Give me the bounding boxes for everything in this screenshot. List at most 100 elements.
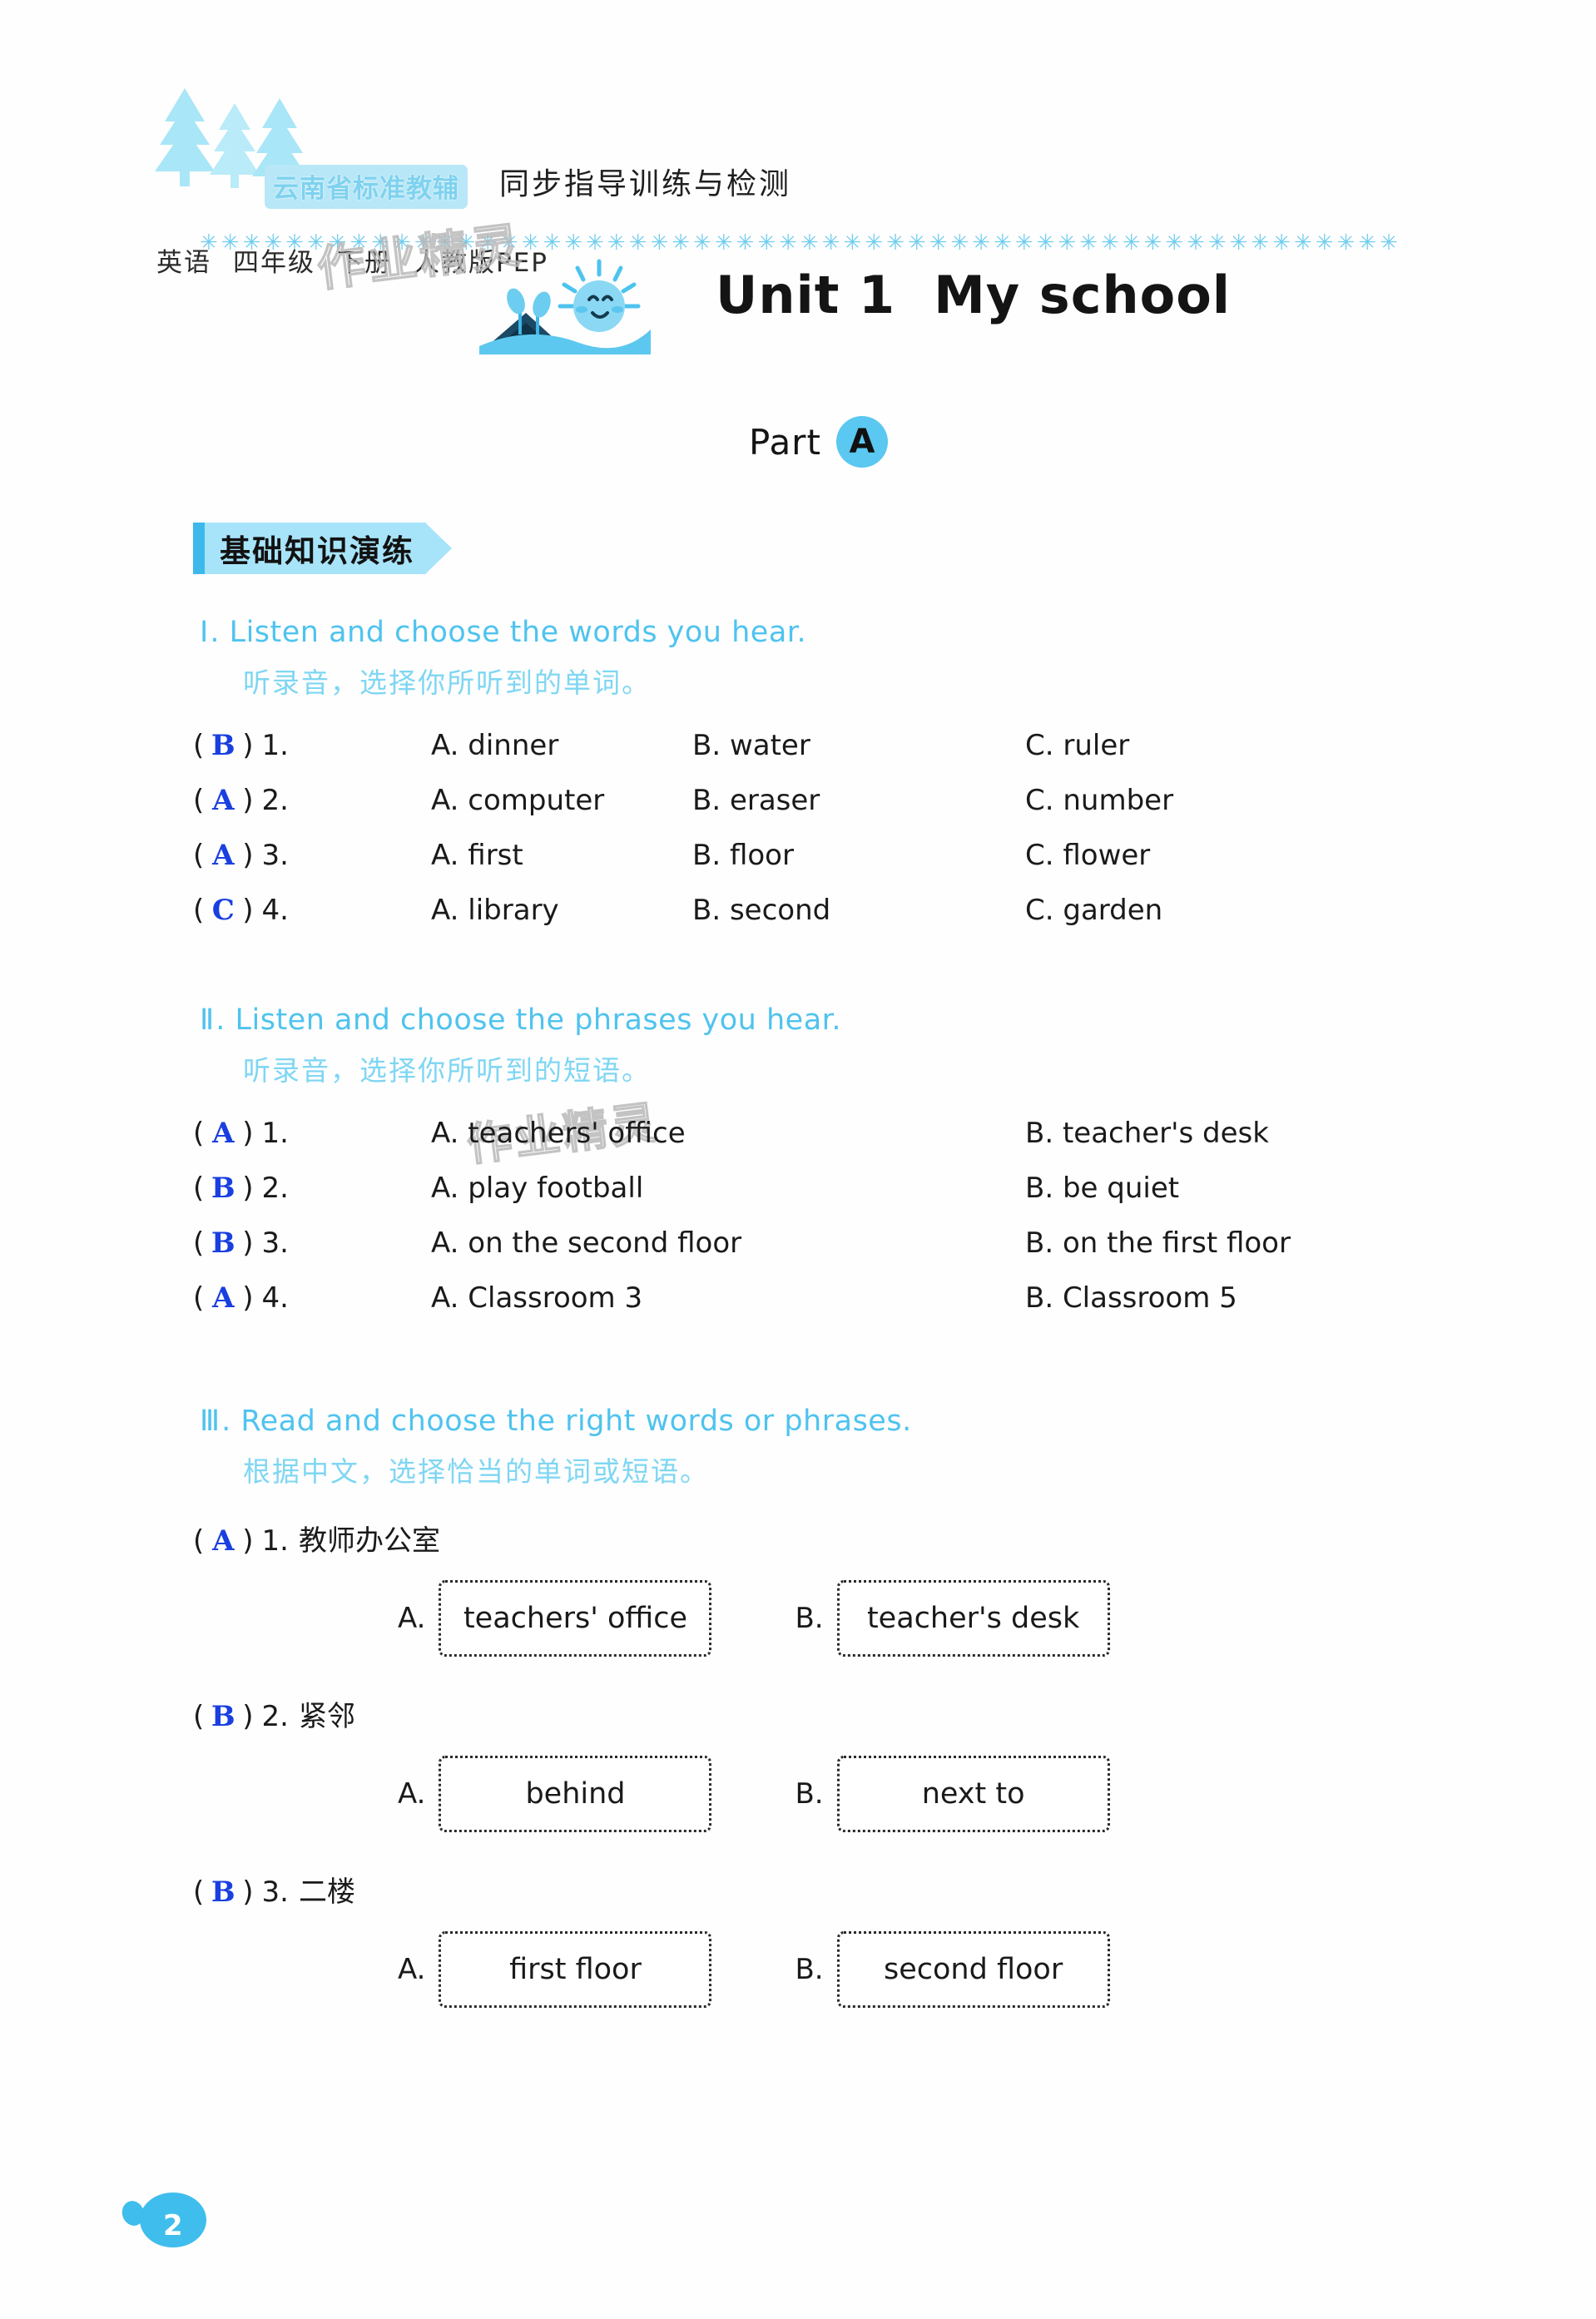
unit-title-row: Unit 1 My school: [474, 250, 1306, 358]
publisher-badge: 云南省标准教辅: [265, 165, 468, 209]
answer-mark[interactable]: A: [204, 1281, 242, 1315]
section-banner: 基础知识演练: [193, 523, 452, 574]
question-number: 4.: [261, 1281, 289, 1315]
exercise-block-2: Ⅱ. Listen and choose the phrases you hea…: [0, 1003, 1596, 1336]
answer-bracket-open: (: [193, 894, 205, 927]
answer-bracket-open: (: [193, 839, 205, 872]
option-c[interactable]: C. flower: [1025, 839, 1150, 872]
option-b[interactable]: B. teacher's desk: [1025, 1117, 1269, 1150]
option-a-box[interactable]: teachers' office: [439, 1580, 712, 1657]
option-b[interactable]: B. eraser: [692, 784, 820, 817]
part-label: Part: [749, 421, 821, 463]
option-b-box[interactable]: second floor: [836, 1931, 1110, 2008]
option-b[interactable]: B. Classroom 5: [1025, 1281, 1237, 1315]
option-a[interactable]: A. on the second floor: [431, 1226, 741, 1260]
question-number: 2.: [261, 784, 289, 817]
question-number: 1.: [261, 1117, 289, 1150]
exercise-heading-2: Ⅱ. Listen and choose the phrases you hea…: [200, 1003, 1596, 1037]
answer-mark[interactable]: B: [204, 1700, 242, 1733]
option-b[interactable]: B. floor: [692, 839, 794, 872]
question-number: 1.: [261, 1524, 289, 1558]
question-number: 2.: [261, 1700, 289, 1733]
option-b[interactable]: B. water: [692, 729, 810, 762]
option-box-row: A. first floor B. second floor: [398, 1931, 1596, 2008]
option-c[interactable]: C. garden: [1025, 894, 1162, 927]
question-item: (B) 2. A. play football B. be quiet: [193, 1172, 1596, 1205]
question-item: (A) 1. A. teachers' office B. teacher's des…: [193, 1117, 1596, 1150]
answer-mark[interactable]: A: [204, 839, 242, 872]
option-c[interactable]: C. ruler: [1025, 729, 1129, 762]
question-number: 3.: [261, 839, 289, 872]
option-b[interactable]: B. next to: [795, 1756, 1110, 1832]
option-b[interactable]: B. teacher's desk: [795, 1580, 1110, 1657]
answer-bracket-open: (: [193, 1700, 205, 1733]
exercise-roman-3: Ⅲ: [200, 1405, 222, 1438]
answer-mark[interactable]: A: [204, 1117, 242, 1150]
question-list-1: (B) 1. A. dinner B. water C. ruler(A) 2. A. co…: [0, 729, 1596, 927]
option-b[interactable]: B. be quiet: [1025, 1172, 1179, 1205]
option-a[interactable]: A. play football: [431, 1172, 643, 1205]
option-b-box[interactable]: teacher's desk: [836, 1580, 1110, 1657]
answer-bracket-open: (: [193, 784, 205, 817]
option-a[interactable]: A. behind: [398, 1756, 712, 1832]
option-b[interactable]: B. second floor: [795, 1931, 1110, 2008]
option-a[interactable]: A. teachers' office: [431, 1117, 686, 1150]
option-a[interactable]: A. library: [431, 894, 559, 927]
question-item: (B) 1. A. dinner B. water C. ruler: [193, 729, 1596, 762]
question-stem: 教师办公室: [298, 1524, 440, 1558]
answer-mark[interactable]: B: [204, 1172, 242, 1205]
unit-name: My school: [934, 265, 1232, 325]
question-item: (B) 3. 二楼 A. first floor B. second floor: [0, 1869, 1596, 2008]
meta-volume: 下册: [337, 248, 392, 278]
option-a-letter: A.: [398, 1602, 426, 1635]
answer-bracket-close: ): [242, 1700, 254, 1733]
exercise-roman-1: Ⅰ: [200, 616, 211, 649]
answer-bracket-open: (: [193, 1281, 205, 1315]
answer-bracket-close: ): [242, 1172, 254, 1205]
option-box-row: A. teachers' office B. teacher's desk: [398, 1580, 1596, 1657]
option-b[interactable]: B. second: [692, 894, 830, 927]
answer-bracket-open: (: [193, 1117, 205, 1150]
option-a-box[interactable]: first floor: [439, 1931, 712, 2008]
part-letter-badge: A: [835, 416, 888, 468]
option-a[interactable]: A. computer: [431, 784, 604, 817]
option-b-letter: B.: [795, 1777, 824, 1811]
option-a[interactable]: A. first floor: [398, 1931, 712, 2008]
banner-body: 基础知识演练: [205, 523, 452, 574]
page-header: 云南省标准教辅 同步指导训练与检测 ✳✳✳✳✳✳✳✳✳✳✳✳✳✳✳✳✳✳✳✳✳✳…: [0, 58, 1596, 278]
answer-mark[interactable]: A: [204, 784, 242, 817]
answer-mark[interactable]: B: [204, 1226, 242, 1260]
question-number: 4.: [261, 894, 289, 927]
exercise-title-en-3: . Read and choose the right words or phr…: [221, 1405, 912, 1438]
answer-bracket-close: ): [242, 1226, 254, 1260]
answer-bracket-close: ): [242, 1876, 254, 1909]
answer-mark[interactable]: A: [204, 1524, 242, 1558]
question-item: (B) 3. A. on the second floor B. on the fir…: [193, 1226, 1596, 1260]
exercise-subtitle-3: 根据中文，选择恰当的单词或短语。: [243, 1455, 709, 1488]
banner-accent-bar: [193, 523, 205, 574]
option-a[interactable]: A. teachers' office: [398, 1580, 712, 1657]
answer-bracket-open: (: [193, 1226, 205, 1260]
question-stem-row: (B) 3. 二楼: [193, 1869, 1596, 1910]
answer-mark[interactable]: B: [204, 1876, 242, 1909]
answer-bracket-open: (: [193, 1172, 205, 1205]
option-b-box[interactable]: next to: [836, 1756, 1110, 1832]
option-c[interactable]: C. number: [1025, 784, 1173, 817]
option-box-row: A. behind B. next to: [398, 1756, 1596, 1832]
exercise-block-1: Ⅰ. Listen and choose the words you hear.…: [0, 616, 1596, 949]
answer-mark[interactable]: B: [204, 729, 242, 762]
question-item: (A) 3. A. first B. floor C. flower: [193, 839, 1596, 872]
option-a[interactable]: A. first: [431, 839, 523, 872]
meta-grade: 四年级: [233, 248, 315, 278]
answer-mark[interactable]: C: [204, 894, 242, 927]
question-number: 1.: [261, 729, 289, 762]
option-a[interactable]: A. Classroom 3: [431, 1281, 642, 1315]
answer-bracket-close: ): [242, 1117, 254, 1150]
option-b[interactable]: B. on the first floor: [1025, 1226, 1291, 1260]
exercise-block-3: Ⅲ. Read and choose the right words or ph…: [0, 1405, 1596, 2044]
option-a-letter: A.: [398, 1953, 426, 1986]
option-a[interactable]: A. dinner: [431, 729, 558, 762]
exercise-heading-1: Ⅰ. Listen and choose the words you hear.: [200, 616, 1596, 649]
option-a-box[interactable]: behind: [439, 1756, 712, 1832]
question-item: (B) 2. 紧邻 A. behind B. next to: [0, 1693, 1596, 1832]
